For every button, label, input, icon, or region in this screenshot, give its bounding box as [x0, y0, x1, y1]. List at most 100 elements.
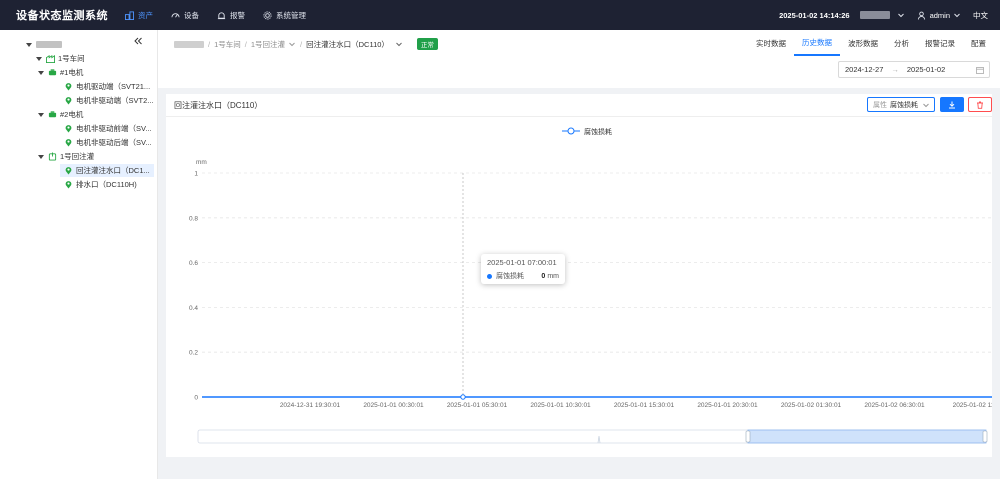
x-tick-label: 2025-01-01 10:30:01: [530, 402, 591, 409]
date-range-picker[interactable]: 2024-12-27 → 2025-01-02: [838, 61, 990, 78]
org-selector[interactable]: [859, 11, 905, 19]
asset-tree-sidebar: 1号车间 #1电机 电机驱动端（SVT21... 电机非驱动端（SVT2... …: [0, 30, 158, 479]
gauge-icon: [171, 12, 180, 18]
top-right-area: 2025-01-02 14:14:26 admin 中文: [779, 0, 1000, 30]
main-content: / 1号车间 / 1号回注灌 / 回注灌注水口（DC110） 正常 实时数据 历…: [158, 30, 1000, 479]
chevron-down-icon: [954, 13, 960, 18]
y-tick-label: 1: [194, 171, 198, 178]
tooltip-series: 腐蚀损耗: [496, 273, 524, 280]
legend-marker: [567, 127, 575, 135]
tree-node-point-selected[interactable]: 回注灌注水口（DC1...: [60, 164, 154, 177]
tree-node-point[interactable]: 电机非驱动后端（SV...: [64, 136, 152, 149]
nav-alarms[interactable]: 报警: [208, 0, 254, 30]
x-tick-label: 2025-01-02 06:30:01: [864, 402, 925, 409]
app-title: 设备状态监测系统: [16, 10, 108, 22]
chevron-down-icon: [897, 13, 904, 18]
tab-config[interactable]: 配置: [963, 30, 994, 56]
tree-label: 1号车间: [58, 54, 85, 63]
tree-label: 回注灌注水口（DC1...: [76, 166, 150, 175]
expand-caret-icon[interactable]: [36, 56, 42, 61]
tree-node-motor1[interactable]: #1电机: [38, 66, 83, 79]
tree-label: 排水口（DC110H): [76, 180, 137, 189]
expand-caret-icon[interactable]: [38, 70, 44, 75]
nav-system[interactable]: 系统管理: [254, 0, 315, 30]
breadcrumb: / 1号车间 / 1号回注灌 / 回注灌注水口（DC110） 正常: [174, 38, 438, 50]
tree-node-tank[interactable]: 1号回注灌: [38, 150, 94, 163]
nav-system-label: 系统管理: [276, 10, 306, 20]
org-name-redacted: [859, 11, 890, 19]
tree-node-motor2[interactable]: #2电机: [38, 108, 83, 121]
range-arrow-icon: →: [891, 65, 899, 74]
tab-realtime[interactable]: 实时数据: [748, 30, 794, 56]
language-label: 中文: [973, 10, 988, 20]
tree-label: #2电机: [60, 110, 84, 119]
language-switch[interactable]: 中文: [973, 10, 988, 21]
x-tick-label: 2025-01-02 01:30:01: [781, 402, 842, 409]
tab-waveform[interactable]: 波形数据: [840, 30, 886, 56]
chevron-down-icon[interactable]: [395, 40, 403, 48]
tree-node-point[interactable]: 电机驱动端（SVT21...: [64, 80, 150, 93]
chevron-down-icon[interactable]: [288, 40, 296, 48]
assets-icon: [125, 10, 134, 20]
legend-label: 腐蚀损耗: [584, 127, 612, 136]
zoom-handle-left: [745, 430, 751, 443]
nav-devices[interactable]: 设备: [162, 0, 208, 30]
tree-label: 电机非驱动端（SVT2...: [76, 96, 154, 105]
zoom-handle-right: [982, 430, 988, 443]
breadcrumb-root-redacted[interactable]: [174, 40, 204, 48]
tab-history[interactable]: 历史数据: [794, 30, 840, 56]
nav-assets-label: 资产: [138, 10, 153, 20]
x-tick-label: 2025-01-02 11:30: [953, 402, 992, 409]
expand-caret-icon[interactable]: [38, 112, 44, 117]
detail-tabs: 实时数据 历史数据 波形数据 分析 报警记录 配置: [748, 30, 994, 56]
tank-icon: [48, 152, 57, 161]
location-pin-icon: [65, 139, 72, 147]
tree-node-point[interactable]: 电机非驱动前端（SV...: [64, 122, 152, 135]
tooltip-value: 0: [541, 272, 546, 280]
y-tick-label: 0.4: [189, 305, 198, 312]
top-navbar: 设备状态监测系统 资产 设备 报警 系统管理 2025-01-02 14:14:…: [0, 0, 1000, 30]
breadcrumb-item[interactable]: 1号车间: [214, 39, 241, 50]
user-icon: [917, 11, 925, 20]
location-pin-icon: [65, 83, 72, 91]
nav-devices-label: 设备: [184, 10, 199, 20]
detail-header: / 1号车间 / 1号回注灌 / 回注灌注水口（DC110） 正常 实时数据 历…: [158, 30, 1000, 88]
date-start[interactable]: 2024-12-27: [845, 65, 883, 74]
tree-node-point[interactable]: 电机非驱动端（SVT2...: [64, 94, 154, 107]
breadcrumb-current: 回注灌注水口（DC110）: [306, 39, 389, 49]
tab-analysis[interactable]: 分析: [886, 30, 917, 56]
nav-assets[interactable]: 资产: [116, 0, 162, 30]
calendar-icon[interactable]: [976, 66, 984, 74]
expand-caret-icon[interactable]: [26, 42, 32, 47]
x-tick-label: 2025-01-01 15:30:01: [614, 402, 675, 409]
x-tick-label: 2025-01-01 05:30:01: [447, 402, 508, 409]
tree-root[interactable]: [26, 38, 62, 51]
highlight-point: [460, 394, 466, 400]
tab-alarm-records[interactable]: 报警记录: [917, 30, 963, 56]
y-tick-label: 0.2: [189, 350, 198, 357]
user-menu[interactable]: admin: [917, 11, 961, 20]
motor-icon: [48, 111, 57, 118]
tooltip-time: 2025-01-01 07:00:01: [487, 258, 557, 267]
chart-tooltip: 2025-01-01 07:00:01 腐蚀损耗 0 mm: [481, 254, 565, 284]
location-pin-icon: [65, 181, 72, 189]
tree-node-point[interactable]: 排水口（DC110H): [64, 178, 137, 191]
tree-label: 电机非驱动前端（SV...: [76, 124, 152, 133]
status-badge: 正常: [416, 38, 438, 50]
expand-caret-icon[interactable]: [38, 154, 44, 159]
history-line-chart[interactable]: 腐蚀损耗 mm 1 0.8 0.6 0.4 0.2 0 2024-12-31 19:30:01 2…: [166, 94, 992, 457]
nav-alarms-label: 报警: [230, 10, 245, 20]
x-tick-label: 2025-01-01 20:30:01: [697, 402, 758, 409]
user-name: admin: [929, 10, 950, 20]
collapse-sidebar-icon[interactable]: [133, 36, 143, 46]
y-axis-label: mm: [196, 159, 207, 166]
tree-label: 电机非驱动后端（SV...: [76, 138, 152, 147]
alarm-icon: [217, 11, 226, 19]
tree-label: 电机驱动端（SVT21...: [76, 82, 151, 91]
y-tick-label: 0.8: [189, 215, 198, 222]
date-end[interactable]: 2025-01-02: [907, 65, 945, 74]
breadcrumb-item[interactable]: 1号回注灌: [251, 39, 285, 50]
x-tick-label: 2025-01-01 00:30:01: [363, 402, 424, 409]
x-tick-label: 2024-12-31 19:30:01: [280, 402, 341, 409]
tree-node-workshop[interactable]: 1号车间: [26, 52, 85, 65]
